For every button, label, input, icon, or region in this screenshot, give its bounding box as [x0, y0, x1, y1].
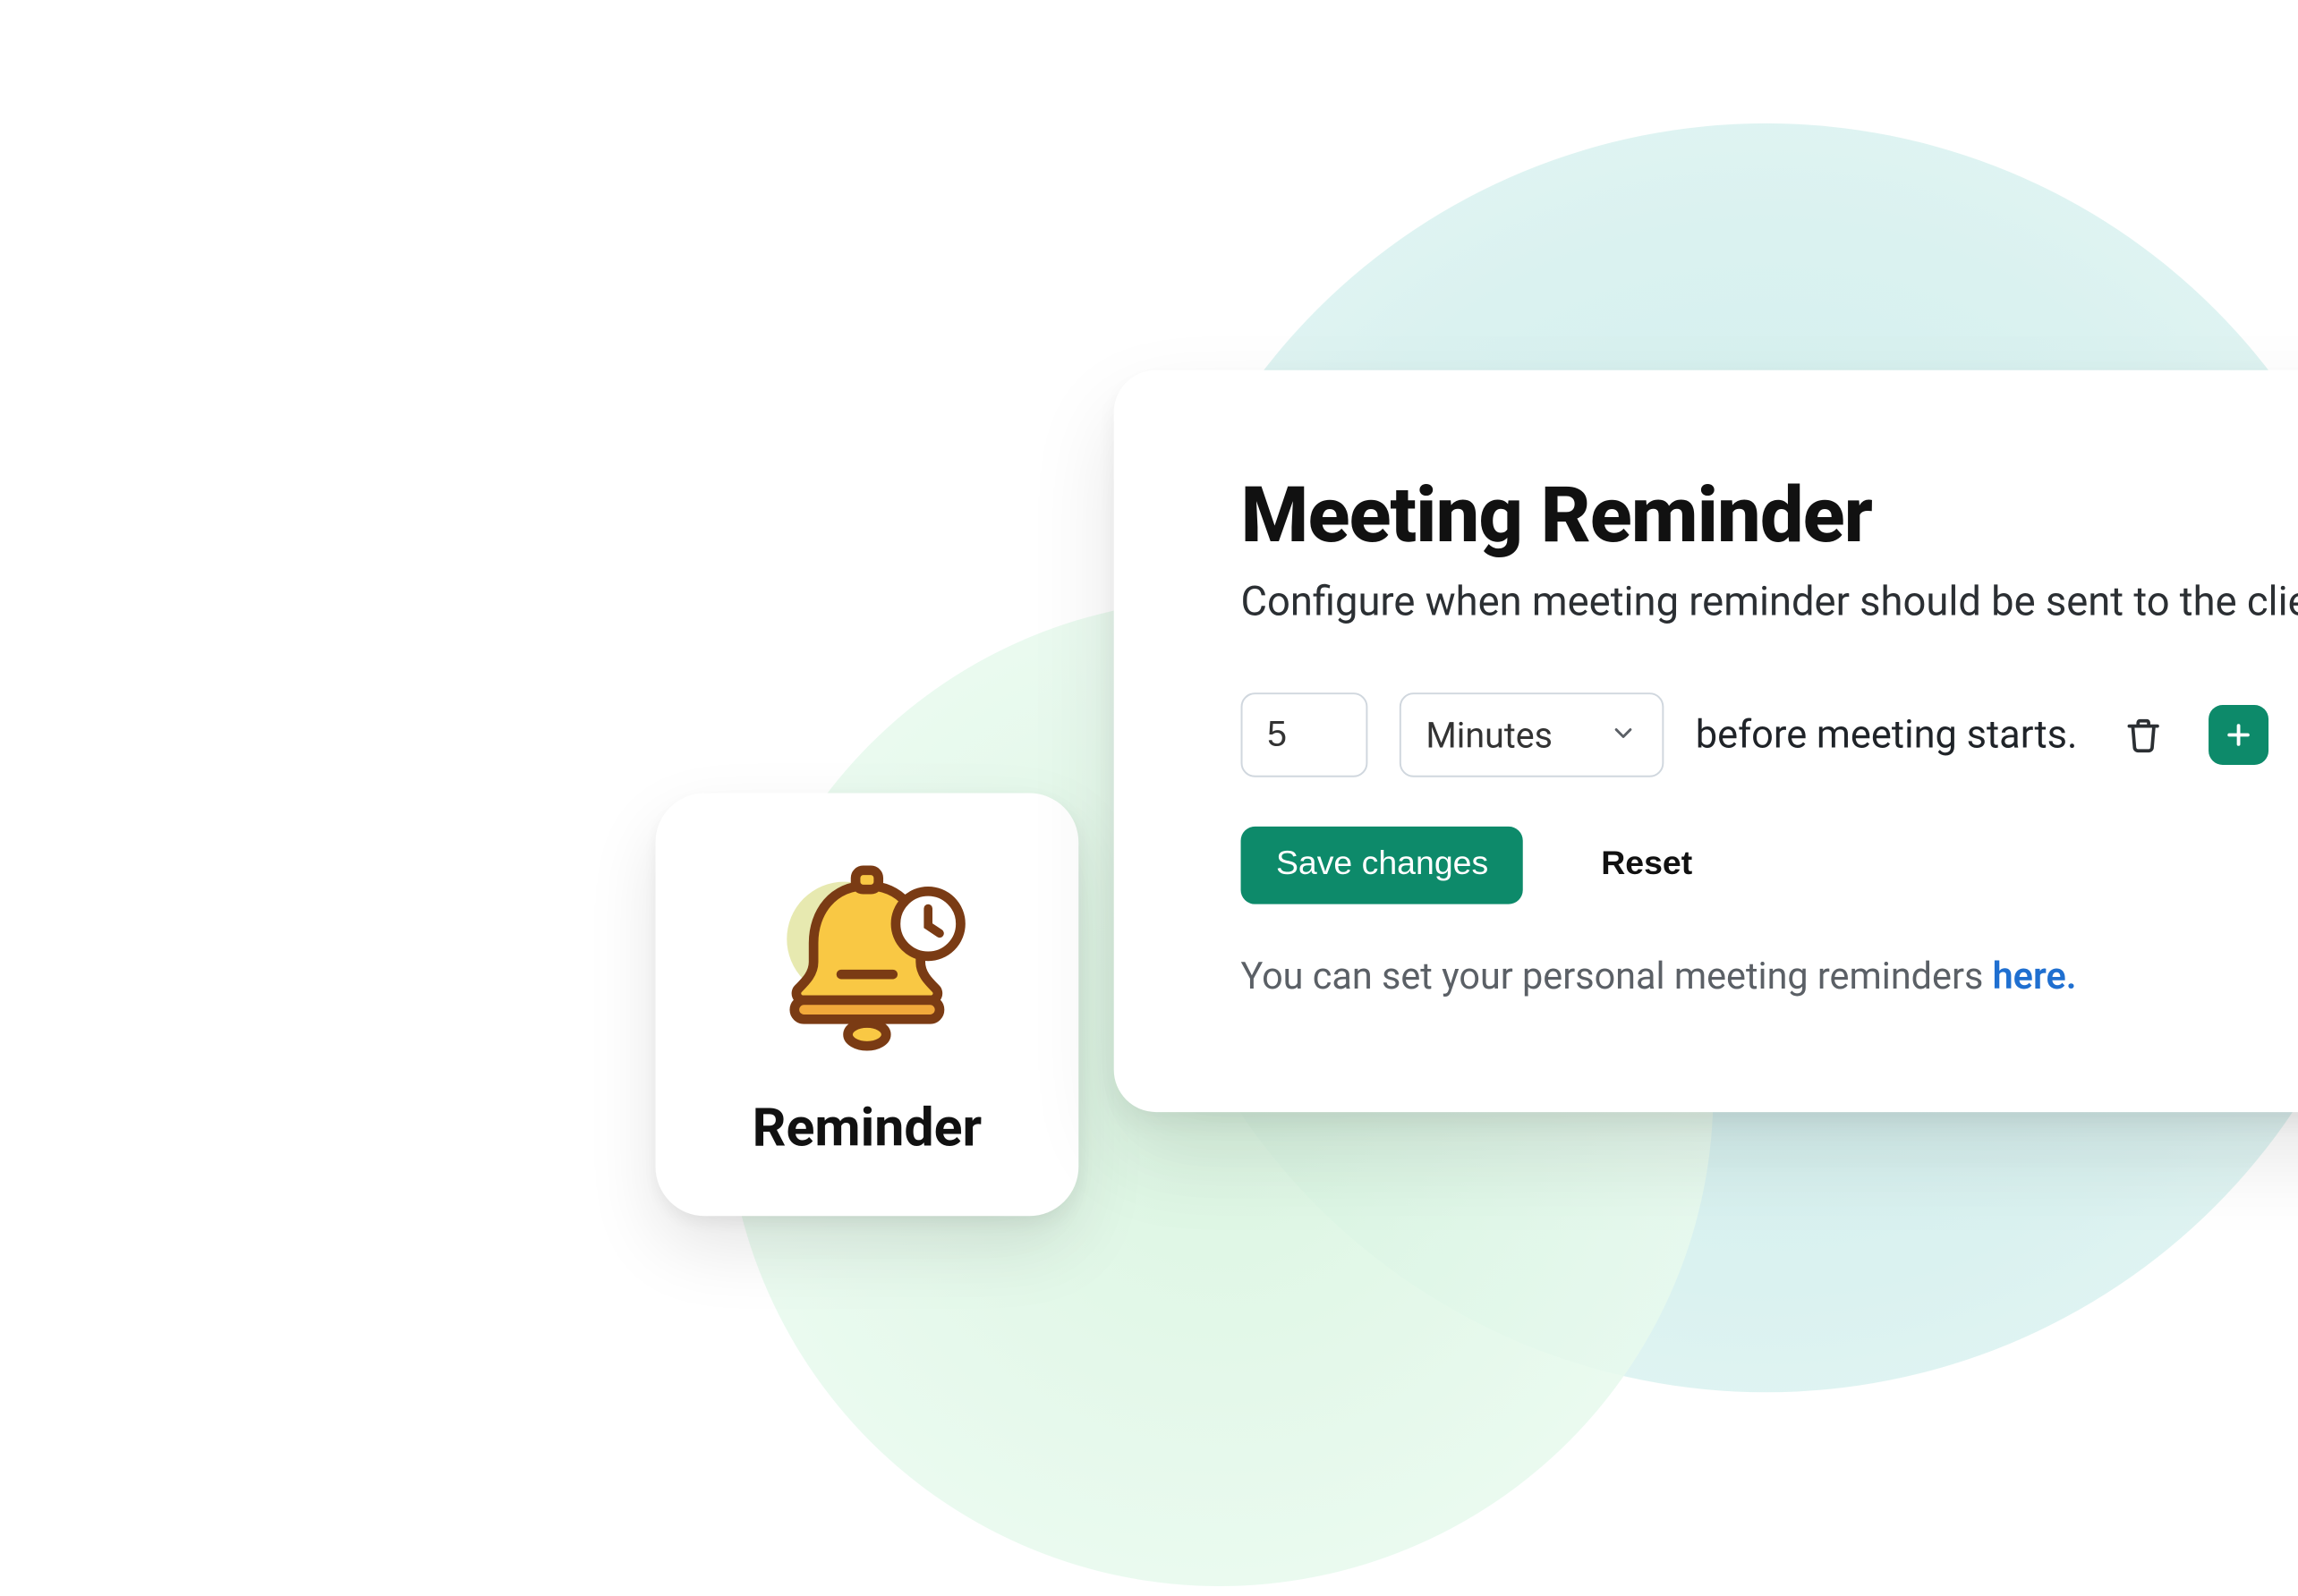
- chevron-down-icon: [1609, 714, 1638, 756]
- reminder-unit-selected: Minutes: [1426, 714, 1553, 756]
- reminder-trailing-text: before meeting starts.: [1696, 713, 2078, 757]
- reminder-badge-label: Reminder: [753, 1097, 983, 1159]
- reminder-row: Minutes before meeting starts.: [1241, 692, 2298, 777]
- bell-icon: [753, 851, 982, 1080]
- personal-reminders-hint: You can set your personal meeting remind…: [1241, 957, 2298, 999]
- meeting-reminder-card: Meeting Reminder Configure when meeting …: [1114, 370, 2298, 1112]
- hint-text: You can set your personal meeting remind…: [1241, 957, 1993, 999]
- reset-button[interactable]: Reset: [1566, 827, 1728, 904]
- card-title: Meeting Reminder: [1241, 469, 2298, 560]
- delete-reminder-button[interactable]: [2109, 701, 2176, 768]
- plus-icon: [2222, 719, 2253, 751]
- reminder-amount-input[interactable]: [1241, 692, 1368, 777]
- personal-reminders-link[interactable]: here.: [1993, 957, 2077, 999]
- card-actions: Save changes Reset: [1241, 827, 2298, 904]
- save-button[interactable]: Save changes: [1241, 827, 1524, 904]
- reminder-badge-card: Reminder: [656, 794, 1079, 1217]
- add-reminder-button[interactable]: [2208, 705, 2268, 765]
- trash-icon: [2122, 714, 2164, 756]
- card-subtitle: Configure when meeting reminder should b…: [1241, 578, 2298, 625]
- reminder-unit-select[interactable]: Minutes: [1400, 692, 1664, 777]
